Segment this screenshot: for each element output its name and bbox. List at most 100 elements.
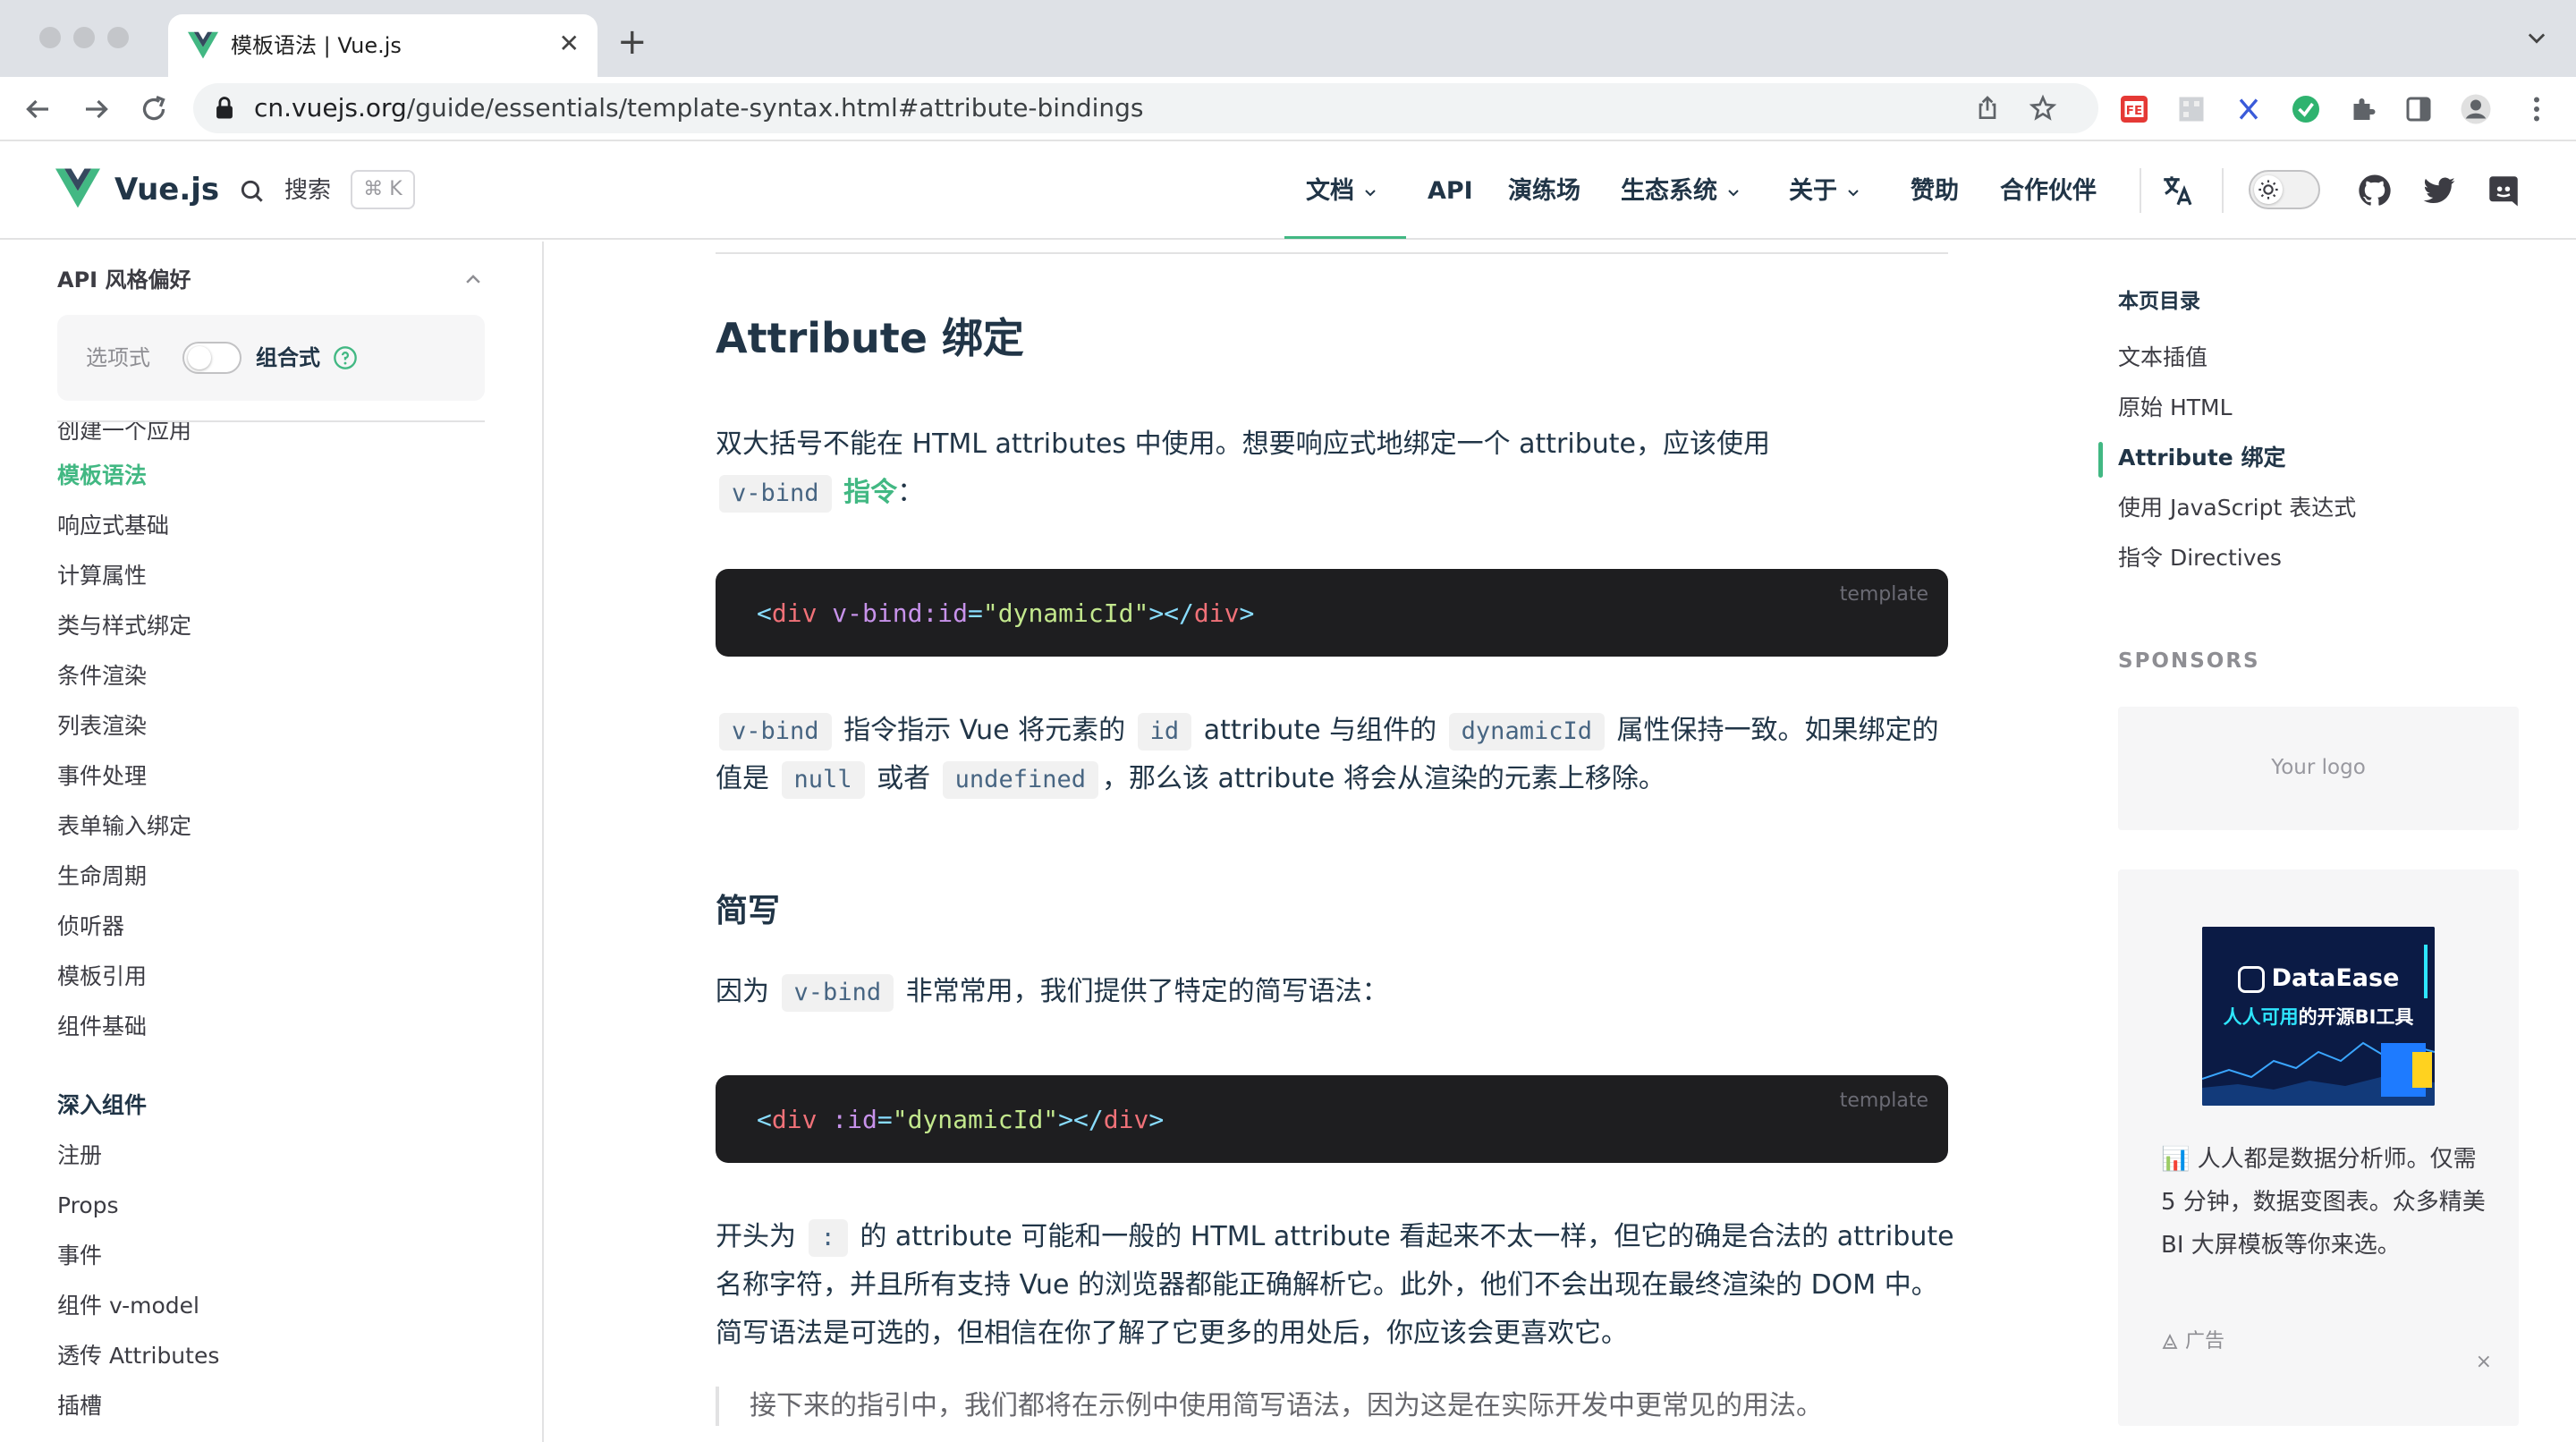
nav-api[interactable]: API bbox=[1428, 174, 1473, 209]
sidebar-item-props[interactable]: Props bbox=[57, 1188, 119, 1224]
nav-partners[interactable]: 合作伙伴 bbox=[2000, 174, 2097, 209]
paragraph-shorthand: 因为 v-bind 非常常用，我们提供了特定的简写语法： bbox=[716, 968, 1959, 1016]
github-icon[interactable] bbox=[2356, 172, 2394, 209]
nav-about[interactable]: 关于 bbox=[1789, 174, 1860, 209]
toc-title: 本页目录 bbox=[2118, 290, 2200, 313]
sidebar-item-forms[interactable]: 表单输入绑定 bbox=[57, 809, 191, 844]
sponsors-title: SPONSORS bbox=[2118, 649, 2260, 673]
api-preference-panel: 选项式 组合式 bbox=[57, 315, 485, 401]
sidebar-item-computed[interactable]: 计算属性 bbox=[57, 558, 147, 594]
vue-devtools-extension-icon[interactable] bbox=[2290, 93, 2322, 125]
sun-icon bbox=[2254, 175, 2283, 204]
sidebar-item-lifecycle[interactable]: 生命周期 bbox=[57, 859, 147, 895]
sidebar-item-fallthrough-attrs[interactable]: 透传 Attributes bbox=[57, 1338, 219, 1374]
share-icon[interactable] bbox=[1973, 94, 2002, 123]
reload-icon[interactable] bbox=[138, 93, 170, 125]
toc-active-marker bbox=[2098, 442, 2103, 478]
discord-icon[interactable] bbox=[2485, 172, 2522, 209]
tip-blockquote: 接下来的指引中，我们都将在示例中使用简写语法，因为这是在实际开发中更常见的用法。 bbox=[716, 1387, 1968, 1426]
nav-playground[interactable]: 演练场 bbox=[1508, 174, 1580, 209]
x-extension-icon[interactable] bbox=[2233, 93, 2265, 125]
api-style-toggle[interactable] bbox=[182, 342, 242, 374]
vue-logo-icon[interactable] bbox=[55, 168, 100, 209]
window-minimize-dot[interactable] bbox=[73, 27, 95, 48]
svg-text:FE: FE bbox=[2126, 104, 2142, 118]
nav-docs[interactable]: 文档 bbox=[1306, 174, 1377, 209]
browser-menu-icon[interactable] bbox=[2521, 93, 2553, 125]
nav-active-indicator bbox=[1284, 236, 1406, 239]
window-zoom-dot[interactable] bbox=[107, 27, 129, 48]
sidebar-item-events[interactable]: 事件处理 bbox=[57, 759, 147, 794]
address-bar[interactable]: cn.vuejs.org/guide/essentials/template-s… bbox=[193, 83, 2098, 133]
ad-close-icon[interactable]: × bbox=[2476, 1349, 2492, 1376]
sidebar-item-conditional[interactable]: 条件渲染 bbox=[57, 658, 147, 694]
paragraph-vbind-explain: v-bind 指令指示 Vue 将元素的 id attribute 与组件的 d… bbox=[716, 707, 1959, 803]
directive-link[interactable]: 指令 bbox=[843, 477, 897, 508]
sidebar-item-class-style[interactable]: 类与样式绑定 bbox=[57, 608, 191, 644]
main-content: Attribute 绑定 双大括号不能在 HTML attributes 中使用… bbox=[546, 242, 2012, 1442]
extensions-puzzle-icon[interactable] bbox=[2347, 93, 2379, 125]
browser-tab[interactable]: 模板语法 | Vue.js ✕ bbox=[168, 14, 597, 77]
lock-icon[interactable] bbox=[213, 96, 236, 121]
sidebar-item-v-model[interactable]: 组件 v-model bbox=[57, 1288, 199, 1324]
ad-description[interactable]: 📊 人人都是数据分析师。仅需 5 分钟，数据变图表。众多精美 BI 大屏模板等你… bbox=[2161, 1138, 2492, 1267]
window-close-dot[interactable] bbox=[39, 27, 61, 48]
fe-extension-icon[interactable]: FE bbox=[2118, 93, 2150, 125]
tab-close-icon[interactable]: ✕ bbox=[559, 29, 580, 59]
composition-api-label[interactable]: 组合式 bbox=[256, 342, 320, 374]
chevron-up-icon[interactable] bbox=[463, 270, 483, 290]
sponsor-placeholder-text: Your logo bbox=[2271, 756, 2366, 779]
toc-item-text-interpolation[interactable]: 文本插值 bbox=[2118, 340, 2207, 376]
sidebar-item-create-app[interactable]: 创建一个应用 bbox=[57, 422, 191, 449]
toc-item-raw-html[interactable]: 原始 HTML bbox=[2118, 390, 2233, 426]
code-line: <div v-bind:id="dynamicId"></div> bbox=[757, 598, 1255, 628]
browser-tab-bar: 模板语法 | Vue.js ✕ + bbox=[0, 0, 2576, 77]
sidebar-item-registration[interactable]: 注册 bbox=[57, 1138, 102, 1174]
nav-ecosystem[interactable]: 生态系统 bbox=[1621, 174, 1741, 209]
toc-item-attribute-bindings[interactable]: Attribute 绑定 bbox=[2118, 440, 2285, 476]
side-panel-icon[interactable] bbox=[2402, 93, 2435, 125]
sidebar: API 风格偏好 选项式 组合式 创建一个应用 模板语法 响应式基础 计算属性 … bbox=[0, 242, 544, 1442]
twitter-icon[interactable] bbox=[2420, 172, 2458, 209]
code-language-label: template bbox=[1839, 1090, 1928, 1112]
sponsor-logo-slot[interactable]: Your logo bbox=[2118, 707, 2519, 830]
options-api-label[interactable]: 选项式 bbox=[86, 342, 150, 374]
sidebar-item-slots[interactable]: 插槽 bbox=[57, 1388, 102, 1424]
toc-item-directives[interactable]: 指令 Directives bbox=[2118, 540, 2282, 576]
bookmark-star-icon[interactable] bbox=[2029, 94, 2057, 123]
tab-search-chevron-icon[interactable] bbox=[2524, 25, 2549, 50]
site-header: Vue.js 搜索 ⌘ K 文档 API 演练场 生态系统 关于 赞助 合作伙伴 bbox=[0, 141, 2576, 240]
sidebar-item-template-refs[interactable]: 模板引用 bbox=[57, 959, 147, 995]
paragraph-shorthand-explain: 开头为 : 的 attribute 可能和一般的 HTML attribute … bbox=[716, 1219, 1954, 1349]
url-text[interactable]: cn.vuejs.org/guide/essentials/template-s… bbox=[254, 94, 1143, 123]
api-preference-title: API 风格偏好 bbox=[57, 267, 191, 293]
code-language-label: template bbox=[1839, 583, 1928, 606]
ad-banner-image[interactable]: DataEase 人人可用的开源BI工具 bbox=[2202, 927, 2435, 1106]
ad-card[interactable]: DataEase 人人可用的开源BI工具 📊 人人都是数据分析师。仅需 5 分钟… bbox=[2118, 869, 2519, 1426]
sidebar-item-component-events[interactable]: 事件 bbox=[57, 1238, 102, 1274]
sidebar-item-watchers[interactable]: 侦听器 bbox=[57, 909, 124, 945]
sidebar-item-component-basics[interactable]: 组件基础 bbox=[57, 1009, 147, 1045]
site-brand[interactable]: Vue.js bbox=[114, 170, 219, 209]
header-divider bbox=[2140, 168, 2141, 213]
help-circle-icon[interactable] bbox=[333, 345, 358, 370]
profile-avatar-icon[interactable] bbox=[2460, 93, 2492, 125]
toc-item-js-expressions[interactable]: 使用 JavaScript 表达式 bbox=[2118, 490, 2356, 526]
chevron-down-icon bbox=[1365, 189, 1376, 196]
qr-extension-icon[interactable] bbox=[2175, 93, 2207, 125]
browser-toolbar: cn.vuejs.org/guide/essentials/template-s… bbox=[0, 77, 2576, 141]
sidebar-group-title: 深入组件 bbox=[57, 1092, 148, 1118]
sidebar-item-list[interactable]: 列表渲染 bbox=[57, 708, 147, 744]
new-tab-icon[interactable]: + bbox=[617, 20, 648, 64]
sidebar-item-template-syntax[interactable]: 模板语法 bbox=[57, 458, 147, 494]
sidebar-item-reactivity[interactable]: 响应式基础 bbox=[57, 508, 169, 544]
translate-icon[interactable] bbox=[2159, 172, 2197, 209]
forward-arrow-icon[interactable] bbox=[80, 93, 113, 125]
dark-mode-toggle[interactable] bbox=[2249, 170, 2320, 209]
ad-label: 广告 bbox=[2161, 1327, 2224, 1356]
aside-panel: 本页目录 文本插值 原始 HTML Attribute 绑定 使用 JavaSc… bbox=[2012, 242, 2576, 1442]
back-arrow-icon[interactable] bbox=[21, 93, 54, 125]
section-divider bbox=[716, 252, 1948, 254]
header-divider bbox=[2222, 168, 2224, 213]
nav-sponsor[interactable]: 赞助 bbox=[1911, 174, 1959, 209]
